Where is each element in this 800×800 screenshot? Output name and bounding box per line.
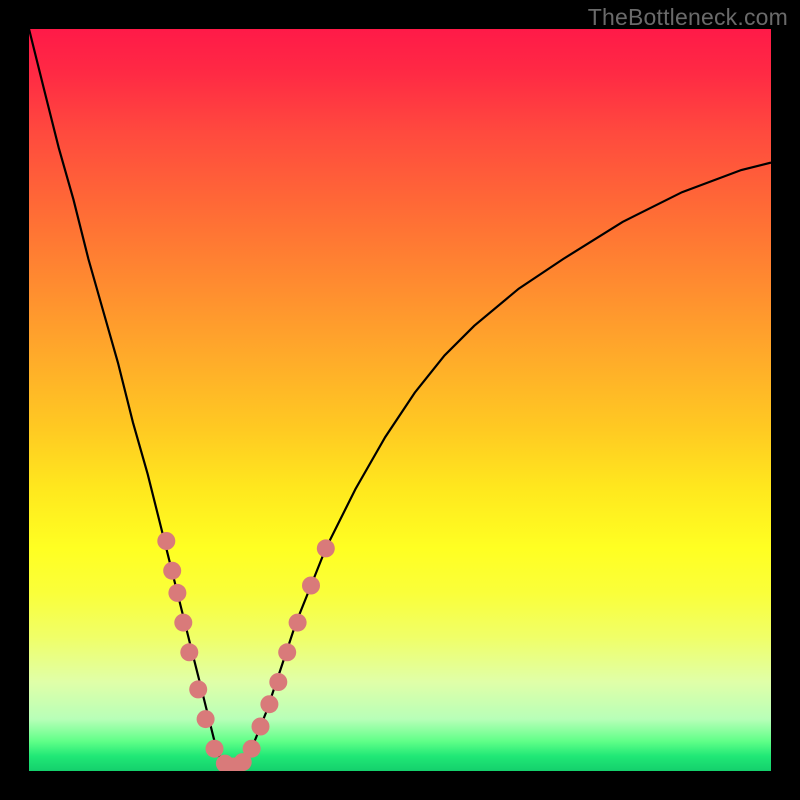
data-marker xyxy=(269,673,287,691)
data-marker xyxy=(289,614,307,632)
data-marker xyxy=(168,584,186,602)
marker-group xyxy=(157,532,334,771)
data-marker xyxy=(163,562,181,580)
data-marker xyxy=(260,695,278,713)
data-marker xyxy=(206,740,224,758)
chart-svg xyxy=(29,29,771,771)
data-marker xyxy=(252,718,270,736)
data-marker xyxy=(317,539,335,557)
data-marker xyxy=(180,643,198,661)
data-marker xyxy=(197,710,215,728)
plot-area xyxy=(29,29,771,771)
data-marker xyxy=(302,577,320,595)
outer-frame: TheBottleneck.com xyxy=(0,0,800,800)
data-marker xyxy=(157,532,175,550)
data-marker xyxy=(243,740,261,758)
bottleneck-curve xyxy=(29,29,771,771)
data-marker xyxy=(174,614,192,632)
watermark-text: TheBottleneck.com xyxy=(588,4,788,31)
data-marker xyxy=(278,643,296,661)
data-marker xyxy=(189,680,207,698)
